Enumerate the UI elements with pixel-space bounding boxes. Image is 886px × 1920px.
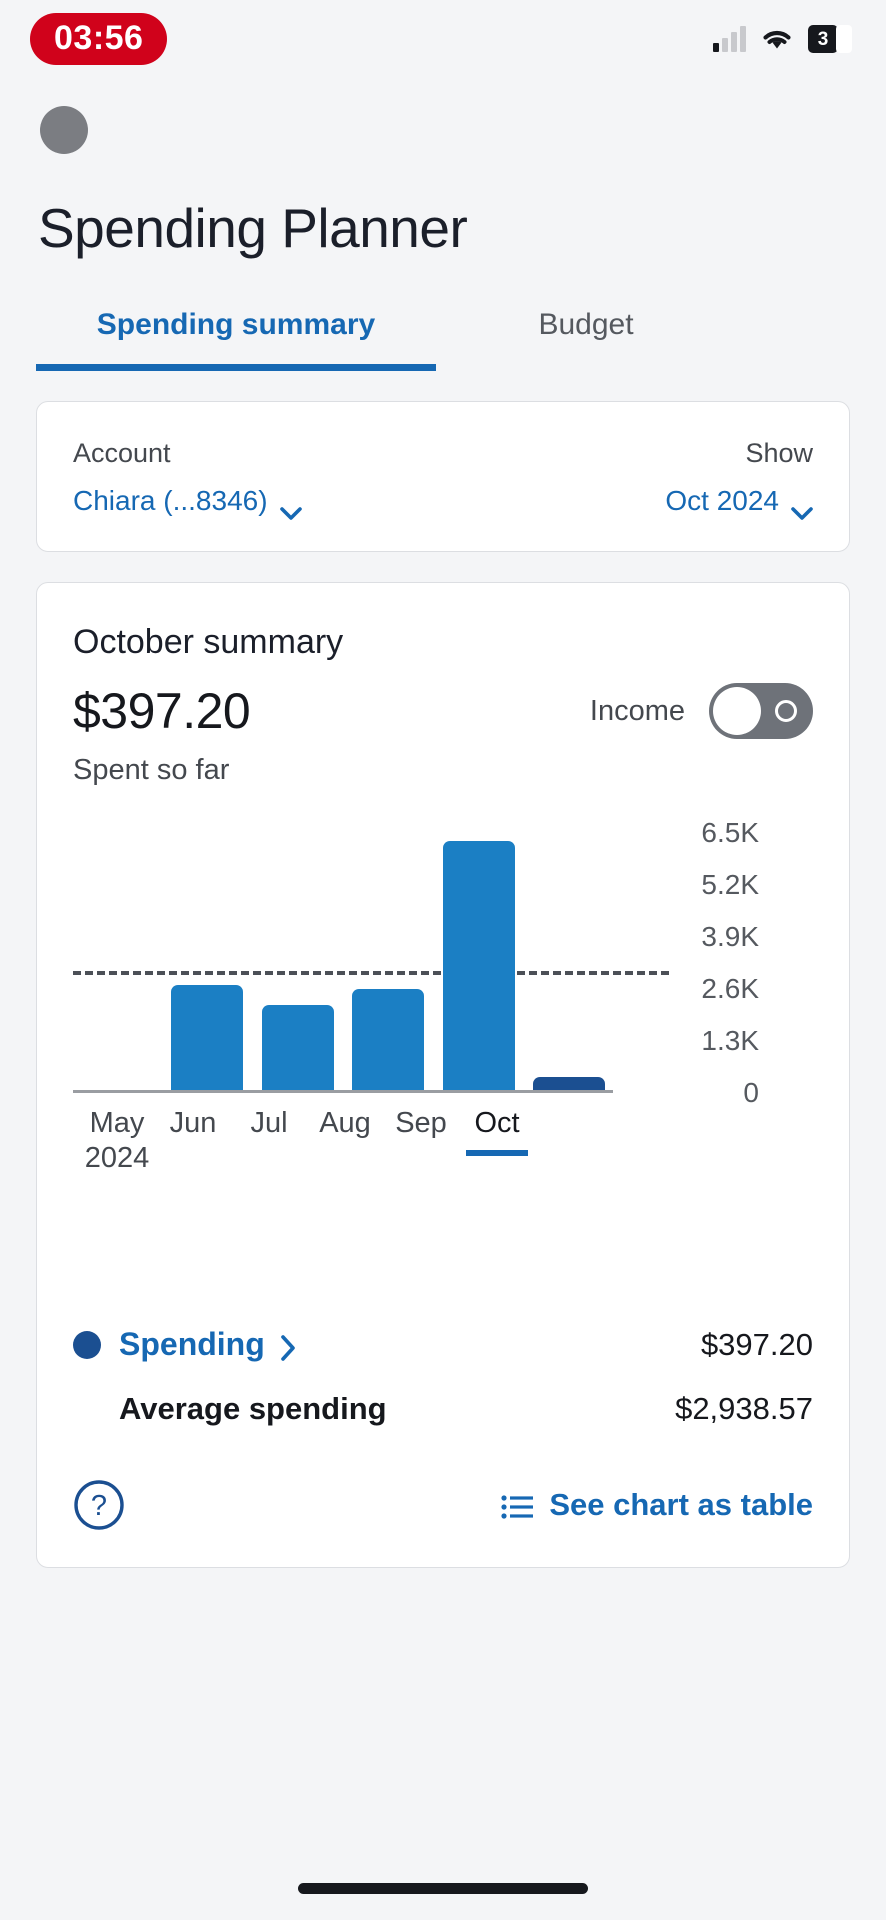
chart-x-axis: May 2024 Jun Jul Aug Sep Oct <box>73 1107 613 1176</box>
bar-slot[interactable] <box>350 833 426 1093</box>
x-axis-label-sep[interactable]: Sep <box>383 1107 459 1176</box>
x-axis-label-aug[interactable]: Aug <box>307 1107 383 1176</box>
chart-y-axis: 6.5K 5.2K 3.9K 2.6K 1.3K 0 <box>613 817 803 1108</box>
y-axis-tick: 3.9K <box>701 921 759 952</box>
bar-slot[interactable] <box>79 833 155 1093</box>
avatar[interactable] <box>40 106 88 154</box>
avatar-row <box>0 78 886 154</box>
bar-slot[interactable] <box>441 833 517 1093</box>
toggle-knob <box>713 687 761 735</box>
tab-bar: Spending summary Budget <box>0 308 886 371</box>
account-selector[interactable]: Account Chiara (...8346) <box>73 438 302 520</box>
status-icons: 3 <box>713 25 852 53</box>
chart-bar-jul[interactable] <box>261 1005 334 1093</box>
page-title: Spending Planner <box>38 197 468 259</box>
y-axis-tick: 2.6K <box>701 973 759 1004</box>
tab-budget[interactable]: Budget <box>436 308 736 371</box>
show-label: Show <box>745 438 813 468</box>
account-label: Account <box>73 438 171 468</box>
x-axis-year-label: 2024 <box>84 1142 150 1174</box>
spending-color-dot-icon <box>73 1330 101 1359</box>
summary-card: October summary $397.20 Income Spent so … <box>36 582 850 1569</box>
home-indicator <box>298 1883 588 1894</box>
signal-bars-icon <box>713 26 746 52</box>
tab-spending-summary[interactable]: Spending summary <box>36 308 436 371</box>
legend-average-value: $2,938.57 <box>675 1391 813 1427</box>
battery-tip <box>836 25 852 53</box>
status-time: 03:56 <box>30 13 168 65</box>
spending-bar-chart[interactable]: May 2024 Jun Jul Aug Sep Oct 6.5K 5.2K 3.9K 2.6K 1… <box>73 817 813 1176</box>
selector-card: Account Chiara (...8346) Show Oct 2024 <box>36 401 850 552</box>
legend-average-label: Average spending <box>119 1391 387 1427</box>
y-axis-tick: 0 <box>743 1077 759 1108</box>
chart-bar-jun[interactable] <box>171 985 244 1093</box>
chevron-down-icon <box>279 495 302 520</box>
bar-slot[interactable] <box>260 833 336 1093</box>
battery-level: 3 <box>808 25 838 53</box>
account-value: Chiara (...8346) <box>73 485 268 516</box>
toggle-off-icon <box>775 700 797 722</box>
x-axis-label-may[interactable]: May 2024 <box>79 1107 155 1176</box>
spent-amount: $397.20 <box>73 683 251 739</box>
x-axis-label-oct[interactable]: Oct <box>459 1107 535 1176</box>
bar-slot[interactable] <box>169 833 245 1093</box>
chart-legend: Spending $397.20 Average spending $2,938… <box>73 1326 813 1427</box>
period-selector[interactable]: Show Oct 2024 <box>665 438 813 520</box>
y-axis-tick: 1.3K <box>701 1025 759 1056</box>
chevron-down-icon <box>791 495 813 520</box>
x-axis-label-jun[interactable]: Jun <box>155 1107 231 1176</box>
help-icon[interactable]: ? <box>73 1479 125 1531</box>
chart-baseline <box>73 1090 613 1093</box>
see-chart-as-table-label: See chart as table <box>549 1487 813 1523</box>
wifi-icon <box>760 26 794 52</box>
y-axis-tick: 5.2K <box>701 869 759 900</box>
status-bar: 03:56 3 <box>0 0 886 78</box>
chart-bars <box>73 833 613 1093</box>
chart-bar-sep[interactable] <box>442 841 515 1093</box>
card-footer: ? See chart as table <box>73 1479 813 1531</box>
chevron-right-icon <box>280 1332 296 1361</box>
see-chart-as-table-link[interactable]: See chart as table <box>501 1487 813 1523</box>
battery-icon: 3 <box>808 25 852 53</box>
summary-title: October summary <box>73 623 344 661</box>
legend-row-spending[interactable]: Spending $397.20 <box>73 1326 813 1363</box>
legend-spending-label: Spending <box>119 1326 265 1363</box>
y-axis-tick: 6.5K <box>701 817 759 848</box>
chart-plot-area <box>73 833 669 1093</box>
list-icon <box>501 1492 534 1519</box>
legend-row-average: Average spending $2,938.57 <box>73 1391 813 1427</box>
show-value: Oct 2024 <box>665 485 779 516</box>
x-axis-label-jul[interactable]: Jul <box>231 1107 307 1176</box>
legend-spending-value: $397.20 <box>700 1326 813 1362</box>
income-toggle-label: Income <box>589 694 685 727</box>
selected-month-underline <box>466 1150 528 1156</box>
spent-so-far-label: Spent so far <box>73 754 230 786</box>
svg-text:?: ? <box>91 1490 107 1522</box>
chart-bar-aug[interactable] <box>352 989 425 1093</box>
bar-slot[interactable] <box>531 833 607 1093</box>
income-toggle[interactable] <box>709 683 813 739</box>
